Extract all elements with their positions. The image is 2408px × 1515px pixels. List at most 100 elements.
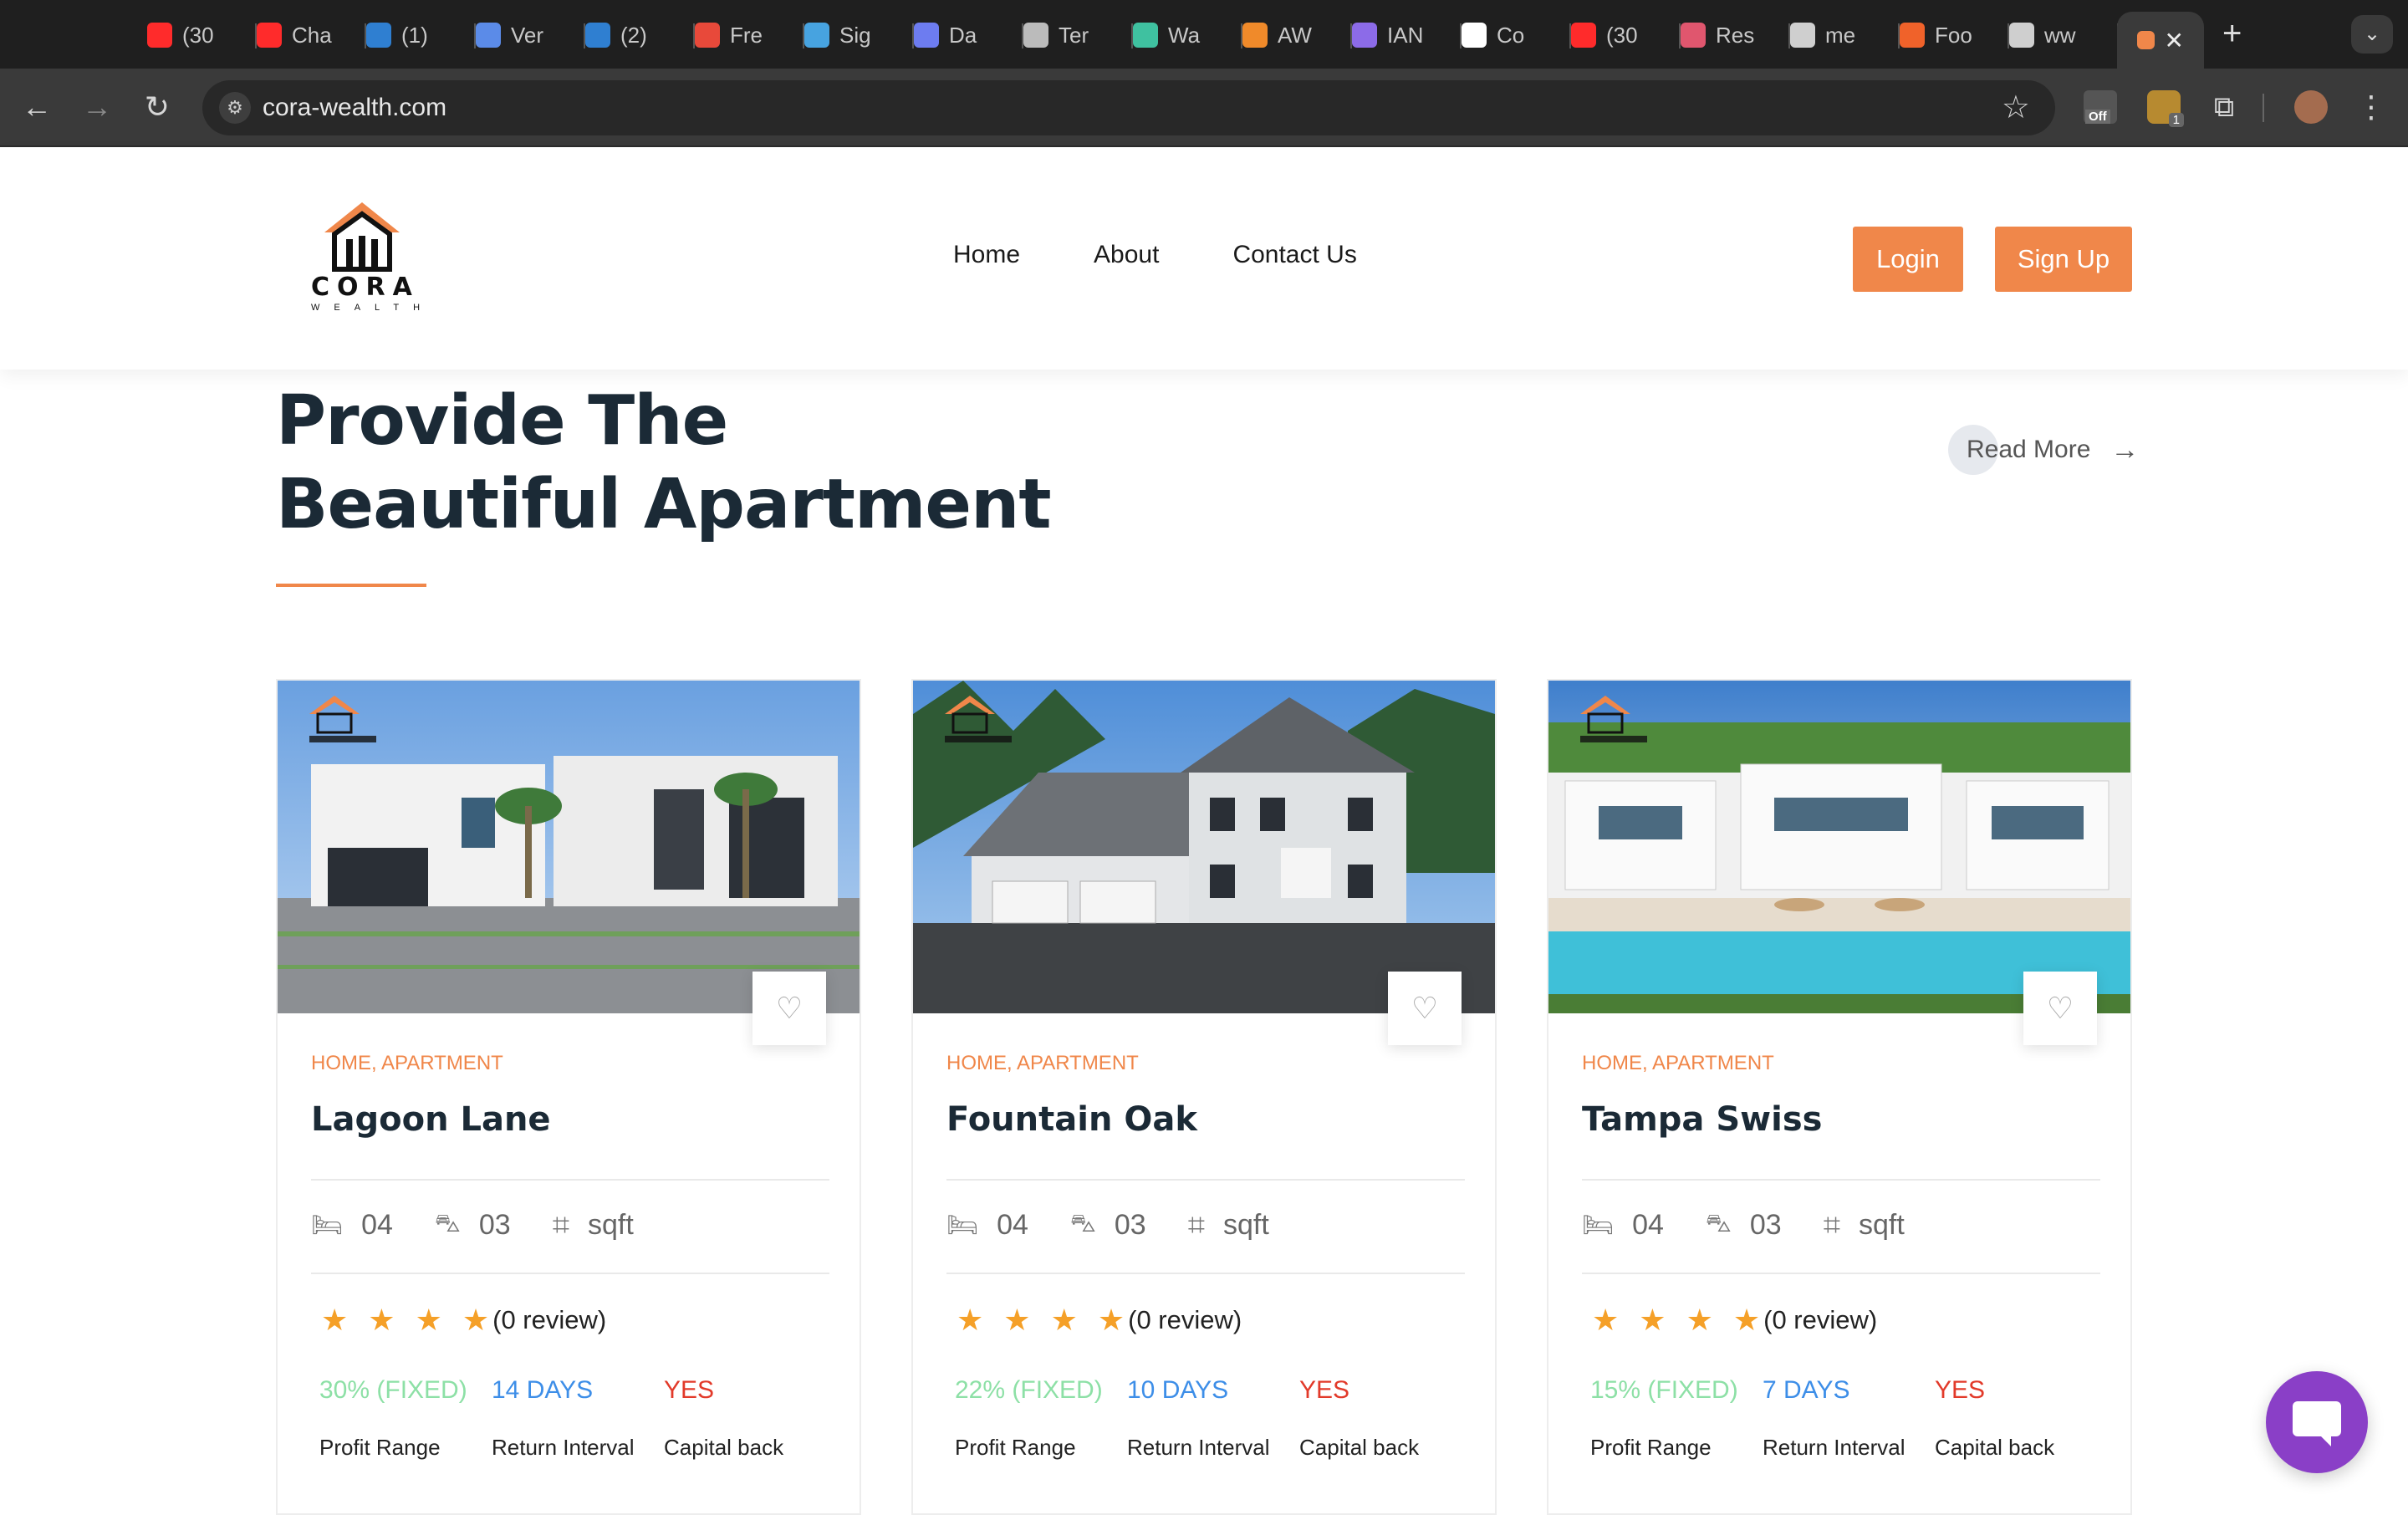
browser-toolbar: ← → ↻ ⚙ cora-wealth.com ☆ Off 1 ⧉ ⋮ xyxy=(0,69,2408,147)
favorite-heart-icon[interactable]: ♡ xyxy=(1388,972,1462,1045)
divider xyxy=(946,1273,1465,1274)
browser-tab[interactable]: Res xyxy=(1681,12,1790,59)
divider xyxy=(1582,1179,2100,1181)
browser-tab[interactable]: me xyxy=(1790,12,1900,59)
interval-value: 7 DAYS xyxy=(1763,1376,1850,1404)
star-icon: ★ xyxy=(321,1303,349,1337)
s-icon xyxy=(1133,23,1158,48)
menu-kebab-icon[interactable]: ⋮ xyxy=(2349,85,2393,129)
tab-label: Ter xyxy=(1059,22,1089,48)
review-count: (0 review) xyxy=(1128,1305,1242,1334)
browser-tab[interactable]: Cha xyxy=(257,12,366,59)
capital-label: Capital back xyxy=(1299,1435,1420,1460)
browser-tab[interactable]: Ver xyxy=(476,12,585,59)
browser-tab[interactable]: (30 xyxy=(147,12,257,59)
property-card[interactable]: ♡ HOME, APARTMENT Tampa Swiss 🛏︎ 04 ⛍ 03… xyxy=(1547,679,2132,1515)
nav-contact[interactable]: Contact Us xyxy=(1232,241,1356,269)
browser-tab[interactable]: Ter xyxy=(1023,12,1133,59)
star-icon: ★ xyxy=(1003,1303,1031,1337)
property-card[interactable]: ♡ HOME, APARTMENT Fountain Oak 🛏︎ 04 ⛍ 0… xyxy=(911,679,1497,1515)
nav-home[interactable]: Home xyxy=(953,241,1020,269)
browser-tab[interactable]: IAN xyxy=(1352,12,1462,59)
divider xyxy=(1582,1273,2100,1274)
bath-icon: ⛍ xyxy=(1069,1209,1096,1237)
property-photo[interactable] xyxy=(913,681,1495,1013)
star-icon: ★ xyxy=(368,1303,395,1337)
star-icon: ★ xyxy=(957,1303,984,1337)
gmail-icon xyxy=(695,23,720,48)
area-icon: ⌗ xyxy=(1187,1207,1205,1242)
property-title[interactable]: Lagoon Lane xyxy=(311,1100,551,1139)
new-tab-button[interactable]: + xyxy=(2222,15,2242,53)
extension-off-icon[interactable]: Off xyxy=(2084,90,2117,124)
extension-wallet-icon[interactable]: 1 xyxy=(2147,90,2184,127)
chat-widget-button[interactable] xyxy=(2266,1371,2368,1473)
cube-icon xyxy=(1242,23,1268,48)
property-category[interactable]: HOME, APARTMENT xyxy=(311,1052,503,1075)
property-card[interactable]: ♡ HOME, APARTMENT Lagoon Lane 🛏︎ 04 ⛍ 03… xyxy=(276,679,861,1515)
browser-tab[interactable]: (2) xyxy=(585,12,695,59)
interval-label: Return Interval xyxy=(1763,1435,1905,1460)
extension-off-badge: Off xyxy=(2085,110,2110,124)
divider xyxy=(311,1273,829,1274)
reload-icon[interactable]: ↻ xyxy=(135,85,179,129)
favorite-heart-icon[interactable]: ♡ xyxy=(752,972,826,1045)
tab-label: Cha xyxy=(292,22,332,48)
tab-label: Co xyxy=(1497,22,1525,48)
browser-tab[interactable]: AW xyxy=(1242,12,1352,59)
bookmark-star-icon[interactable]: ☆ xyxy=(2002,89,2030,126)
profile-avatar[interactable] xyxy=(2294,90,2328,124)
browser-tab[interactable]: Sig xyxy=(804,12,914,59)
active-browser-tab[interactable]: ✕ xyxy=(2117,12,2204,69)
forward-arrow-icon[interactable]: → xyxy=(75,85,119,129)
property-title[interactable]: Tampa Swiss xyxy=(1582,1100,1822,1139)
browser-tab[interactable]: Co xyxy=(1462,12,1571,59)
close-tab-icon[interactable]: ✕ xyxy=(2165,27,2184,54)
tab-label: (30 xyxy=(182,22,214,48)
tab-label: Foo xyxy=(1935,22,1972,48)
read-more-link[interactable]: Read More → xyxy=(1948,425,2139,475)
bed-count: 04 xyxy=(1632,1209,1664,1241)
browser-tab[interactable]: (1) xyxy=(366,12,476,59)
profit-value: 22% (FIXED) xyxy=(955,1376,1103,1404)
signup-button[interactable]: Sign Up xyxy=(1995,227,2132,292)
read-more-label: Read More xyxy=(1967,436,2091,463)
star-rating: ★ ★ ★ ★ (0 review) xyxy=(1592,1303,1877,1338)
star-icon: ★ xyxy=(1686,1303,1713,1337)
property-category[interactable]: HOME, APARTMENT xyxy=(946,1052,1139,1075)
favorite-heart-icon[interactable]: ♡ xyxy=(2023,972,2097,1045)
cora-favicon-icon xyxy=(2137,31,2155,49)
address-bar[interactable]: ⚙ cora-wealth.com ☆ xyxy=(202,80,2055,135)
profit-value: 30% (FIXED) xyxy=(319,1376,467,1404)
property-photo[interactable] xyxy=(1548,681,2130,1013)
property-features: 🛏︎ 04 ⛍ 03 ⌗ sqft xyxy=(946,1207,1311,1243)
star-icon: ★ xyxy=(1639,1303,1666,1337)
browser-tab[interactable]: Foo xyxy=(1900,12,2009,59)
tab-label: Ver xyxy=(511,22,544,48)
browser-tab[interactable]: (30 xyxy=(1571,12,1681,59)
browser-tab[interactable]: Wa xyxy=(1133,12,1242,59)
nav-about[interactable]: About xyxy=(1094,241,1159,269)
browser-tab[interactable]: Da xyxy=(914,12,1023,59)
property-photo[interactable] xyxy=(278,681,860,1013)
investment-stats: 15% (FIXED) Profit Range 7 DAYS Return Int… xyxy=(1590,1376,2109,1461)
eye-icon xyxy=(804,23,829,48)
extensions-puzzle-icon[interactable]: ⧉ xyxy=(2207,90,2241,124)
property-features: 🛏︎ 04 ⛍ 03 ⌗ sqft xyxy=(311,1207,676,1243)
login-button[interactable]: Login xyxy=(1853,227,1963,292)
url-text[interactable]: cora-wealth.com xyxy=(263,94,446,122)
chatgpt-icon xyxy=(1462,23,1487,48)
property-category[interactable]: HOME, APARTMENT xyxy=(1582,1052,1774,1075)
iam-icon xyxy=(1352,23,1377,48)
back-arrow-icon[interactable]: ← xyxy=(15,85,59,129)
chat-bubble-icon xyxy=(2293,1401,2341,1436)
tab-label: AW xyxy=(1278,22,1312,48)
site-settings-icon[interactable]: ⚙ xyxy=(219,92,251,124)
property-title[interactable]: Fountain Oak xyxy=(946,1100,1197,1139)
browser-tab[interactable]: ww xyxy=(2009,12,2119,59)
tab-label: (30 xyxy=(1606,22,1638,48)
review-count: (0 review) xyxy=(1763,1305,1878,1334)
browser-tab[interactable]: Fre xyxy=(695,12,804,59)
tab-search-button[interactable]: ⌄ xyxy=(2351,15,2393,54)
bed-count: 04 xyxy=(361,1209,393,1241)
